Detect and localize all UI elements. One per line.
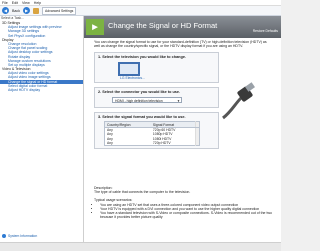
advanced-settings-button[interactable]: Advanced Settings xyxy=(42,6,77,15)
hdmi-cable-icon xyxy=(222,82,255,120)
step3-section: 3. Select the signal format you would li… xyxy=(94,112,219,150)
country-cell: Any xyxy=(107,140,113,145)
step2-section: 2. Select the connector you would like t… xyxy=(94,87,219,109)
menu-edit[interactable]: Edit xyxy=(12,1,18,5)
advanced-settings-label: Advanced Settings xyxy=(45,8,74,13)
table-scrollbar-track xyxy=(195,140,200,146)
monitor-icon[interactable] xyxy=(118,62,140,77)
back-arrow-icon[interactable]: ◀ xyxy=(2,7,9,14)
system-information-link[interactable]: System Information xyxy=(2,234,37,238)
usage-item: You have a standard television with S-Vi… xyxy=(100,211,274,219)
signal-format-table: Country/Region Signal Format Any 720p 60 … xyxy=(104,121,200,147)
main-panel: ▶ Change the Signal or HD Format Restore… xyxy=(84,16,281,242)
nvidia-logo-icon: ▶ xyxy=(86,19,104,35)
chevron-down-icon: ▼ xyxy=(177,99,180,104)
task-tree: 3D Settings Adjust image settings with pr… xyxy=(0,21,83,92)
step1-heading: 1. Select the television you would like … xyxy=(98,55,186,60)
restore-defaults-link[interactable]: Restore Defaults xyxy=(253,29,278,33)
page-title: Change the Signal or HD Format xyxy=(108,21,218,30)
table-row[interactable]: Any 720p HDTV xyxy=(105,140,200,146)
forward-arrow-icon[interactable]: ▶ xyxy=(23,7,30,14)
system-information-label: System Information xyxy=(8,234,38,238)
task-sidebar: Select a Task... 3D Settings Adjust image… xyxy=(0,16,84,242)
signal-format-cell: 720p HDTV xyxy=(152,140,171,145)
info-icon xyxy=(2,234,6,238)
description-text: The type of cable that connects the comp… xyxy=(94,190,191,195)
sidebar-item[interactable]: Adjust HDTV display xyxy=(0,88,83,92)
connector-value: HDMI - high definition television xyxy=(115,99,163,104)
toolbar: ◀ Back ▶ Advanced Settings xyxy=(0,6,281,16)
usage-list: You are using an HDTV set that uses a th… xyxy=(94,203,274,220)
menu-file[interactable]: File xyxy=(2,1,8,5)
step2-heading: 2. Select the connector you would like t… xyxy=(98,90,181,95)
page-description: You can change the signal format to use … xyxy=(94,40,267,49)
step3-heading: 3. Select the signal format you would li… xyxy=(98,115,186,120)
back-label[interactable]: Back xyxy=(12,9,20,13)
monitor-label[interactable]: LG Electronics... xyxy=(120,76,215,80)
connector-select[interactable]: HDMI - high definition television ▼ xyxy=(112,97,182,104)
menu-view[interactable]: View xyxy=(22,1,30,5)
page-banner: ▶ Change the Signal or HD Format Restore… xyxy=(84,16,281,38)
description-area: Description: The type of cable that conn… xyxy=(94,186,274,219)
menu-help[interactable]: Help xyxy=(34,1,41,5)
home-icon[interactable] xyxy=(33,7,39,14)
step1-section: 1. Select the television you would like … xyxy=(94,52,219,84)
